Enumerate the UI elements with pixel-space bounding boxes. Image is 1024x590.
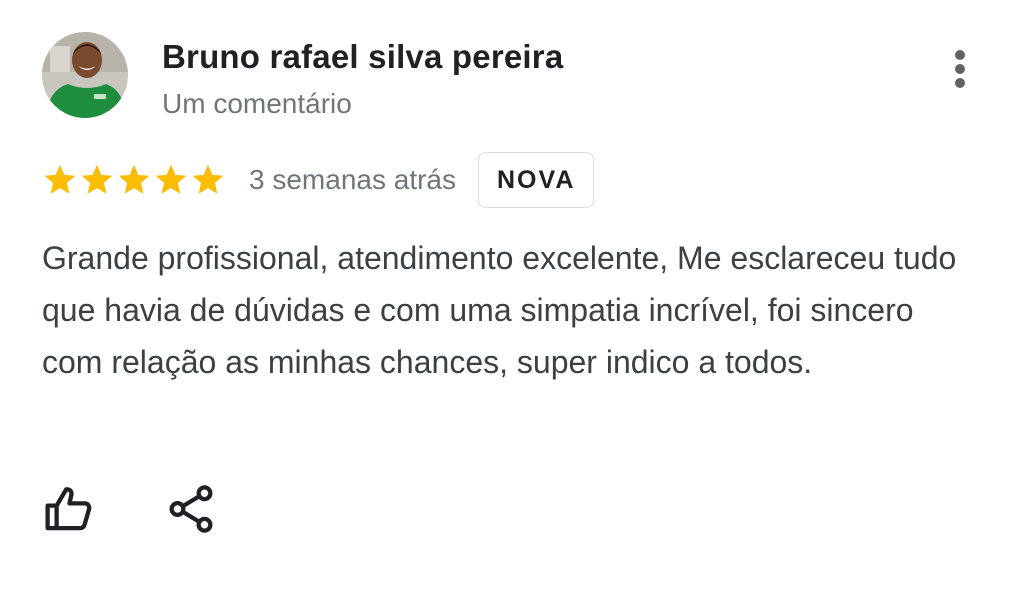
author-name[interactable]: Bruno rafael silva pereira [162, 38, 563, 76]
star-icon [118, 164, 150, 194]
star-icon [81, 164, 113, 194]
review-text: Grande profissional, atendimento excelen… [42, 240, 957, 380]
review-card: Bruno rafael silva pereira Um comentário… [0, 0, 1024, 590]
more-options-button[interactable] [938, 40, 982, 96]
avatar-image [42, 32, 128, 118]
star-icon [192, 164, 224, 194]
more-vert-icon-dot [955, 78, 965, 88]
star-icon [155, 164, 187, 194]
review-date: 3 semanas atrás [249, 164, 456, 195]
more-vert-icon [955, 50, 965, 60]
star-icon [44, 164, 76, 194]
star-rating [42, 162, 226, 198]
share-icon [169, 485, 213, 533]
share-button[interactable] [164, 482, 218, 536]
new-badge: NOVA [478, 152, 595, 208]
review-actions [42, 482, 218, 536]
rating-row: 3 semanas atrás NOVA [42, 150, 595, 210]
avatar[interactable] [42, 32, 128, 118]
thumb-up-icon [45, 487, 92, 531]
author-review-count: Um comentário [162, 88, 352, 119]
like-button[interactable] [42, 482, 96, 536]
more-vert-icon-dot [955, 64, 965, 74]
